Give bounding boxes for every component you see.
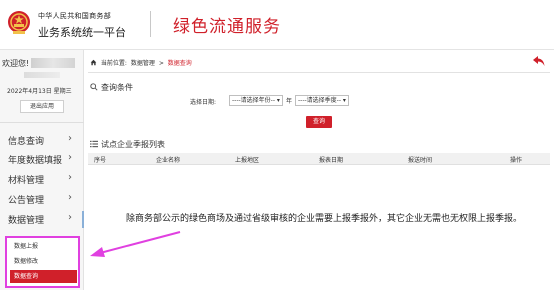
breadcrumb-divider bbox=[88, 72, 550, 73]
submenu-item-data-report[interactable]: 数据上报 bbox=[10, 240, 77, 253]
chevron-right-icon: › bbox=[68, 133, 72, 144]
search-icon bbox=[90, 83, 98, 91]
table-header: 序号 企业名称 上报地区 报表日期 报送时间 操作 bbox=[88, 153, 550, 165]
org-name: 中华人民共和国商务部 bbox=[38, 12, 111, 20]
query-button[interactable]: 查询 bbox=[306, 116, 332, 128]
sidebar-item-materials[interactable]: 材料管理 › bbox=[0, 171, 84, 188]
breadcrumb-separator: > bbox=[158, 60, 164, 67]
year-select[interactable]: ----请选择年份-- ▾ bbox=[229, 95, 283, 106]
column-header: 操作 bbox=[510, 157, 523, 164]
nav-divider bbox=[0, 122, 84, 123]
sidebar-item-label: 公告管理 bbox=[8, 196, 45, 206]
redacted-username bbox=[31, 58, 75, 68]
sidebar-item-label: 信息查询 bbox=[8, 137, 45, 147]
back-arrow-icon[interactable] bbox=[532, 55, 546, 67]
platform-name: 业务系统统一平台 bbox=[38, 26, 126, 39]
breadcrumb-level1[interactable]: 数据管理 bbox=[131, 60, 155, 67]
empty-notice: 除商务部公示的绿色商场及通过省级审核的企业需要上报季报外，其它企业无需也无权限上… bbox=[126, 214, 523, 224]
sidebar-item-announcements[interactable]: 公告管理 › bbox=[0, 191, 84, 208]
season-select[interactable]: ----请选择季度-- ▾ bbox=[295, 95, 349, 106]
current-date: 2022年4月13日 星期三 bbox=[7, 88, 72, 95]
list-icon bbox=[90, 140, 98, 148]
year-unit-label: 年 bbox=[286, 98, 293, 105]
column-header: 上报地区 bbox=[235, 157, 260, 164]
chevron-right-icon: › bbox=[68, 172, 72, 183]
date-label: 选择日期: bbox=[190, 99, 217, 106]
column-header: 报送时间 bbox=[408, 157, 433, 164]
chevron-right-icon: › bbox=[68, 152, 72, 163]
app-header: 中华人民共和国商务部 业务系统统一平台 绿色流通服务 bbox=[0, 0, 554, 50]
breadcrumb-current: 数据查询 bbox=[167, 60, 192, 67]
column-header: 序号 bbox=[94, 157, 107, 164]
breadcrumb: 当前位置: 数据管理 > 数据查询 bbox=[90, 58, 194, 68]
logout-button[interactable]: 退出应用 bbox=[20, 100, 64, 113]
column-header: 报表日期 bbox=[319, 157, 344, 164]
chevron-right-icon: › bbox=[68, 192, 72, 203]
breadcrumb-prefix: 当前位置: bbox=[100, 60, 127, 67]
data-management-submenu: 数据上报 数据修改 数据查询 bbox=[5, 236, 80, 288]
sidebar-item-label: 数据管理 bbox=[8, 216, 45, 226]
column-header: 企业名称 bbox=[156, 157, 181, 164]
sidebar-item-info-query[interactable]: 信息查询 › bbox=[0, 132, 84, 149]
list-section-title: 试点企业季报列表 bbox=[101, 140, 165, 149]
submenu-item-data-query[interactable]: 数据查询 bbox=[10, 270, 77, 283]
query-section-title: 查询条件 bbox=[101, 83, 133, 92]
national-emblem-icon bbox=[8, 11, 30, 34]
header-divider bbox=[150, 11, 151, 37]
home-icon[interactable] bbox=[90, 59, 99, 67]
submenu-item-data-modify[interactable]: 数据修改 bbox=[10, 255, 77, 268]
welcome-text: 欢迎您! bbox=[2, 59, 30, 68]
sidebar-item-annual-report[interactable]: 年度数据填报 › bbox=[0, 151, 84, 168]
service-title: 绿色流通服务 bbox=[173, 17, 281, 37]
sidebar-item-label: 材料管理 bbox=[8, 176, 45, 186]
sidebar-item-label: 年度数据填报 bbox=[8, 156, 63, 166]
sidebar-item-data-management[interactable]: 数据管理 › bbox=[0, 211, 84, 228]
annotation-arrow-icon bbox=[90, 231, 181, 257]
redacted-info bbox=[24, 72, 60, 78]
chevron-right-icon: › bbox=[68, 212, 72, 223]
